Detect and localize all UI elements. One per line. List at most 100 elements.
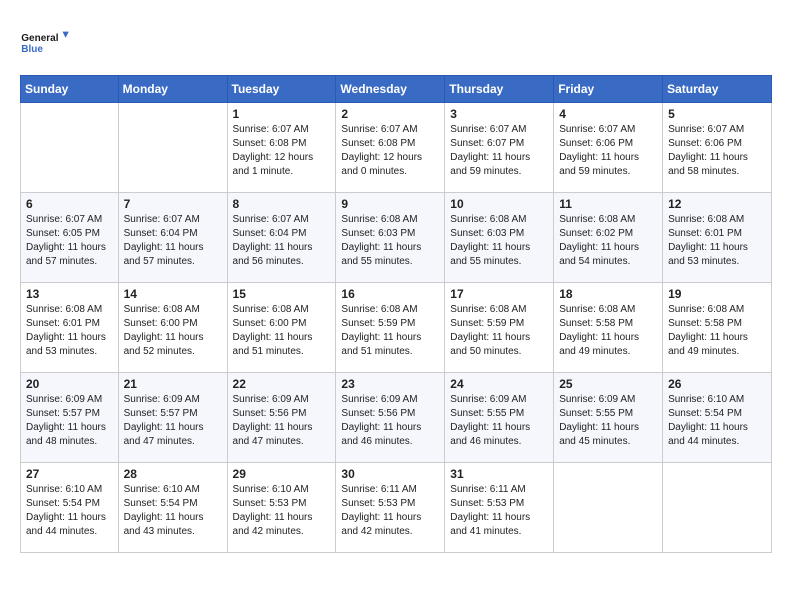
day-number: 10 [450, 197, 548, 211]
day-content: Sunrise: 6:09 AM Sunset: 5:55 PM Dayligh… [450, 393, 548, 449]
week-row-2: 6Sunrise: 6:07 AM Sunset: 6:05 PM Daylig… [21, 193, 772, 283]
day-content: Sunrise: 6:10 AM Sunset: 5:54 PM Dayligh… [124, 483, 222, 539]
calendar-cell: 8Sunrise: 6:07 AM Sunset: 6:04 PM Daylig… [227, 193, 336, 283]
calendar-cell: 7 Sunrise: 6:07 AM Sunset: 6:04 PM Daylig… [118, 193, 227, 283]
calendar-cell: 15 Sunrise: 6:08 AM Sunset: 6:00 PM Dayli… [227, 283, 336, 373]
day-content: Sunrise: 6:08 AM Sunset: 5:58 PM Dayligh… [559, 303, 657, 359]
col-header-sunday: Sunday [21, 76, 119, 103]
calendar-cell: 21 Sunrise: 6:09 AM Sunset: 5:57 PM Dayli… [118, 373, 227, 463]
col-header-monday: Monday [118, 76, 227, 103]
day-content: Sunrise: 6:08 AM Sunset: 6:01 PM Dayligh… [668, 213, 766, 269]
day-content: Sunrise: 6:08 AM Sunset: 5:59 PM Dayligh… [341, 303, 439, 359]
day-content: Sunrise: 6:10 AM Sunset: 5:54 PM Dayligh… [668, 393, 766, 449]
day-content: Sunrise: 6:07 AM Sunset: 6:08 PM Dayligh… [233, 123, 331, 179]
day-content: Sunrise: 6:08 AM Sunset: 6:02 PM Dayligh… [559, 213, 657, 269]
day-content: Sunrise: 6:07 AM Sunset: 6:07 PM Dayligh… [450, 123, 548, 179]
calendar-cell [21, 103, 119, 193]
day-content: Sunrise: 6:09 AM Sunset: 5:57 PM Dayligh… [124, 393, 222, 449]
day-number: 7 [124, 197, 222, 211]
calendar-cell: 2Sunrise: 6:07 AM Sunset: 6:08 PM Daylig… [336, 103, 445, 193]
calendar-cell [663, 463, 772, 553]
calendar-cell: 16 Sunrise: 6:08 AM Sunset: 5:59 PM Dayli… [336, 283, 445, 373]
day-number: 16 [341, 287, 439, 301]
calendar-cell: 28Sunrise: 6:10 AM Sunset: 5:54 PM Dayli… [118, 463, 227, 553]
calendar-cell: 9 Sunrise: 6:08 AM Sunset: 6:03 PM Daylig… [336, 193, 445, 283]
day-number: 9 [341, 197, 439, 211]
calendar-cell: 1 Sunrise: 6:07 AM Sunset: 6:08 PM Daylig… [227, 103, 336, 193]
day-number: 25 [559, 377, 657, 391]
day-content: Sunrise: 6:08 AM Sunset: 6:01 PM Dayligh… [26, 303, 113, 359]
day-content: Sunrise: 6:09 AM Sunset: 5:56 PM Dayligh… [341, 393, 439, 449]
day-number: 18 [559, 287, 657, 301]
day-content: Sunrise: 6:07 AM Sunset: 6:04 PM Dayligh… [124, 213, 222, 269]
page-header: General Blue [20, 20, 772, 65]
calendar-cell [554, 463, 663, 553]
day-content: Sunrise: 6:08 AM Sunset: 6:03 PM Dayligh… [341, 213, 439, 269]
calendar-cell: 10 Sunrise: 6:08 AM Sunset: 6:03 PM Dayli… [445, 193, 554, 283]
day-number: 23 [341, 377, 439, 391]
day-number: 14 [124, 287, 222, 301]
calendar-cell: 29Sunrise: 6:10 AM Sunset: 5:53 PM Dayli… [227, 463, 336, 553]
day-content: Sunrise: 6:10 AM Sunset: 5:54 PM Dayligh… [26, 483, 113, 539]
calendar-cell: 27 Sunrise: 6:10 AM Sunset: 5:54 PM Dayli… [21, 463, 119, 553]
day-number: 1 [233, 107, 331, 121]
day-number: 27 [26, 467, 113, 481]
col-header-wednesday: Wednesday [336, 76, 445, 103]
week-row-1: 1 Sunrise: 6:07 AM Sunset: 6:08 PM Daylig… [21, 103, 772, 193]
calendar-table: SundayMondayTuesdayWednesdayThursdayFrid… [20, 75, 772, 553]
day-content: Sunrise: 6:11 AM Sunset: 5:53 PM Dayligh… [450, 483, 548, 539]
day-content: Sunrise: 6:07 AM Sunset: 6:04 PM Dayligh… [233, 213, 331, 269]
day-content: Sunrise: 6:07 AM Sunset: 6:05 PM Dayligh… [26, 213, 113, 269]
day-content: Sunrise: 6:08 AM Sunset: 5:58 PM Dayligh… [668, 303, 766, 359]
week-row-4: 20 Sunrise: 6:09 AM Sunset: 5:57 PM Dayli… [21, 373, 772, 463]
day-content: Sunrise: 6:09 AM Sunset: 5:56 PM Dayligh… [233, 393, 331, 449]
calendar-cell: 19 Sunrise: 6:08 AM Sunset: 5:58 PM Dayli… [663, 283, 772, 373]
day-number: 30 [341, 467, 439, 481]
day-number: 19 [668, 287, 766, 301]
day-number: 5 [668, 107, 766, 121]
col-header-thursday: Thursday [445, 76, 554, 103]
calendar-cell: 24Sunrise: 6:09 AM Sunset: 5:55 PM Dayli… [445, 373, 554, 463]
logo: General Blue [20, 20, 70, 65]
calendar-cell: 13 Sunrise: 6:08 AM Sunset: 6:01 PM Dayli… [21, 283, 119, 373]
calendar-cell: 20Sunrise: 6:09 AM Sunset: 5:57 PM Dayli… [21, 373, 119, 463]
day-number: 3 [450, 107, 548, 121]
day-content: Sunrise: 6:08 AM Sunset: 6:00 PM Dayligh… [124, 303, 222, 359]
col-header-tuesday: Tuesday [227, 76, 336, 103]
day-content: Sunrise: 6:10 AM Sunset: 5:53 PM Dayligh… [233, 483, 331, 539]
day-number: 15 [233, 287, 331, 301]
calendar-cell: 26 Sunrise: 6:10 AM Sunset: 5:54 PM Dayli… [663, 373, 772, 463]
calendar-cell: 30Sunrise: 6:11 AM Sunset: 5:53 PM Dayli… [336, 463, 445, 553]
calendar-cell: 31 Sunrise: 6:11 AM Sunset: 5:53 PM Dayli… [445, 463, 554, 553]
calendar-cell: 5 Sunrise: 6:07 AM Sunset: 6:06 PM Daylig… [663, 103, 772, 193]
calendar-cell: 23 Sunrise: 6:09 AM Sunset: 5:56 PM Dayli… [336, 373, 445, 463]
day-number: 17 [450, 287, 548, 301]
day-number: 13 [26, 287, 113, 301]
col-header-friday: Friday [554, 76, 663, 103]
calendar-cell: 18 Sunrise: 6:08 AM Sunset: 5:58 PM Dayli… [554, 283, 663, 373]
day-number: 20 [26, 377, 113, 391]
calendar-cell: 14 Sunrise: 6:08 AM Sunset: 6:00 PM Dayli… [118, 283, 227, 373]
calendar-cell: 17Sunrise: 6:08 AM Sunset: 5:59 PM Dayli… [445, 283, 554, 373]
svg-text:General: General [21, 33, 58, 44]
calendar-cell: 4Sunrise: 6:07 AM Sunset: 6:06 PM Daylig… [554, 103, 663, 193]
day-content: Sunrise: 6:07 AM Sunset: 6:06 PM Dayligh… [559, 123, 657, 179]
day-content: Sunrise: 6:08 AM Sunset: 6:03 PM Dayligh… [450, 213, 548, 269]
week-row-5: 27 Sunrise: 6:10 AM Sunset: 5:54 PM Dayli… [21, 463, 772, 553]
calendar-header-row: SundayMondayTuesdayWednesdayThursdayFrid… [21, 76, 772, 103]
calendar-cell: 6Sunrise: 6:07 AM Sunset: 6:05 PM Daylig… [21, 193, 119, 283]
day-content: Sunrise: 6:07 AM Sunset: 6:06 PM Dayligh… [668, 123, 766, 179]
calendar-cell: 3 Sunrise: 6:07 AM Sunset: 6:07 PM Daylig… [445, 103, 554, 193]
day-number: 26 [668, 377, 766, 391]
calendar-cell: 12Sunrise: 6:08 AM Sunset: 6:01 PM Dayli… [663, 193, 772, 283]
calendar-cell: 25 Sunrise: 6:09 AM Sunset: 5:55 PM Dayli… [554, 373, 663, 463]
day-number: 11 [559, 197, 657, 211]
day-number: 2 [341, 107, 439, 121]
day-content: Sunrise: 6:09 AM Sunset: 5:55 PM Dayligh… [559, 393, 657, 449]
day-number: 31 [450, 467, 548, 481]
calendar-cell: 22Sunrise: 6:09 AM Sunset: 5:56 PM Dayli… [227, 373, 336, 463]
day-number: 21 [124, 377, 222, 391]
calendar-cell [118, 103, 227, 193]
calendar-cell: 11 Sunrise: 6:08 AM Sunset: 6:02 PM Dayli… [554, 193, 663, 283]
day-content: Sunrise: 6:08 AM Sunset: 6:00 PM Dayligh… [233, 303, 331, 359]
